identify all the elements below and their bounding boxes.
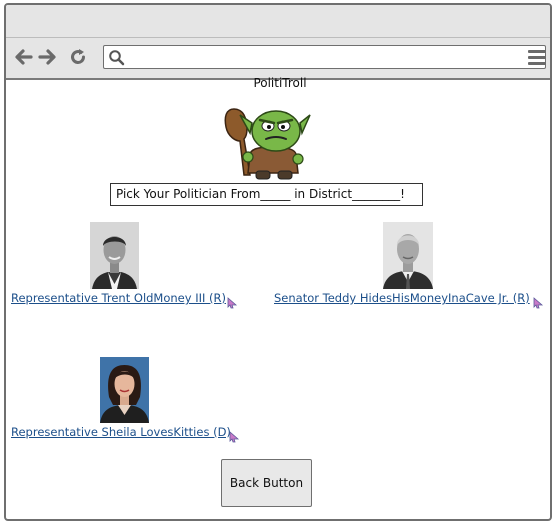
politician-photo[interactable]: [90, 222, 139, 289]
politician-link-teddy-hideshismoney[interactable]: Senator Teddy HidesHisMoneyInaCave Jr. (…: [274, 291, 530, 305]
politician-photo[interactable]: [100, 357, 149, 423]
hamburger-menu-icon[interactable]: [526, 46, 548, 68]
cursor-hand-icon: [228, 428, 240, 443]
browser-window: PolitiTroll Pick Your Politician From___…: [4, 3, 552, 521]
title-bar: [6, 5, 550, 38]
cursor-hand-icon: [226, 294, 238, 309]
refresh-icon[interactable]: [67, 46, 89, 68]
page-title: PolitiTroll: [253, 76, 307, 90]
politician-photo[interactable]: [383, 222, 433, 289]
back-button[interactable]: Back Button: [221, 459, 312, 507]
search-icon: [108, 49, 125, 66]
politician-picker-prompt: Pick Your Politician From_____ in Distri…: [110, 183, 423, 206]
back-arrow-icon[interactable]: [12, 46, 34, 68]
address-bar[interactable]: [103, 45, 546, 69]
politician-link-sheila-loveskitties[interactable]: Representative Sheila LovesKitties (D): [11, 425, 231, 439]
address-input[interactable]: [126, 48, 540, 68]
forward-arrow-icon[interactable]: [37, 46, 59, 68]
troll-mascot-icon: [222, 105, 312, 181]
browser-toolbar: [6, 38, 550, 80]
cursor-hand-icon: [532, 294, 544, 309]
politician-link-trent-oldmoney[interactable]: Representative Trent OldMoney III (R): [11, 291, 226, 305]
